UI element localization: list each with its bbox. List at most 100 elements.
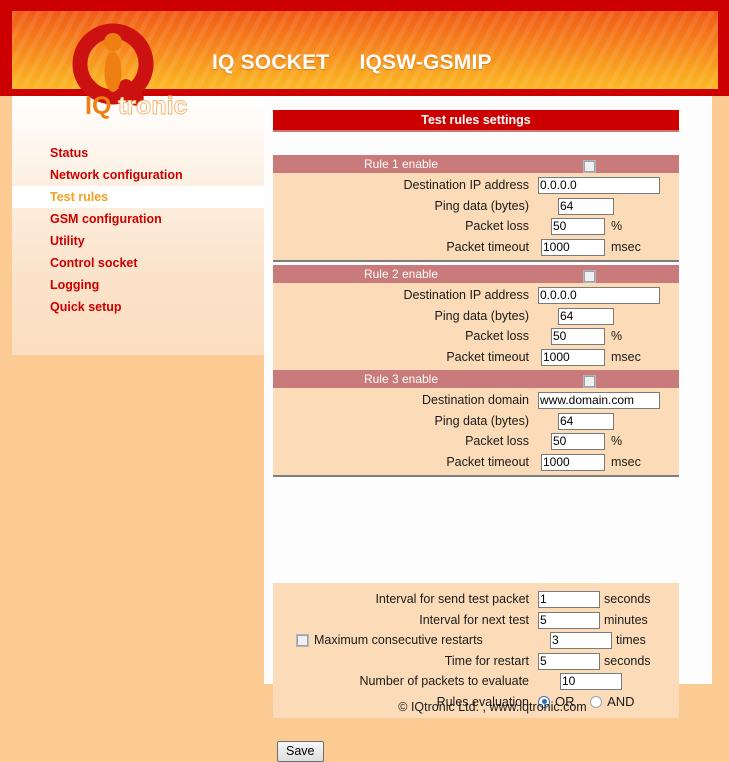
rule-3-loss-row: Packet loss %	[273, 431, 679, 452]
rule-1-ping-label: Ping data (bytes)	[434, 198, 530, 213]
rule-3-header: Rule 3 enable	[273, 370, 679, 391]
rule-3-ping-label: Ping data (bytes)	[434, 413, 530, 428]
sidebar-item-label: Logging	[50, 278, 100, 292]
rule-3-ping-input[interactable]	[558, 412, 614, 430]
rule-2-timeout-unit: msec	[611, 349, 641, 364]
rule-2-loss-label: Packet loss	[465, 329, 529, 343]
rule-1-timeout-label: Packet timeout	[446, 239, 529, 254]
rule-2-loss-row: Packet loss %	[273, 326, 679, 347]
sidebar-item-quick-setup[interactable]: Quick setup	[12, 296, 264, 318]
page-root: IQ SOCKET IQSW-GSMIP IQ tronic Status Ne…	[0, 0, 729, 762]
rule-1-enable-checkbox[interactable]	[583, 158, 596, 176]
max-restarts-checkbox[interactable]	[296, 630, 309, 651]
sidebar-item-utility[interactable]: Utility	[12, 230, 264, 252]
rule-3-loss-label: Packet loss	[465, 434, 529, 448]
rule-3-enable-checkbox[interactable]	[583, 373, 596, 391]
interval-send-input[interactable]	[538, 591, 600, 608]
sidebar-item-logging[interactable]: Logging	[12, 274, 264, 296]
interval-next-input[interactable]	[538, 611, 600, 629]
interval-send-label: Interval for send test packet	[375, 592, 529, 606]
rule-3-dest-input[interactable]	[538, 392, 660, 409]
sidebar-item-label: Test rules	[50, 190, 109, 204]
interval-next-row: Interval for next test minutes	[273, 610, 679, 631]
rule-2-ping-row: Ping data (bytes)	[273, 306, 679, 327]
panel-title: Test rules settings	[273, 110, 679, 132]
time-restart-label: Time for restart	[444, 653, 529, 668]
rule-2-timeout-label: Packet timeout	[446, 349, 529, 364]
rule-3-timeout-input[interactable]	[541, 453, 605, 471]
max-restarts-unit: times	[616, 633, 646, 647]
interval-next-label: Interval for next test	[419, 612, 529, 627]
svg-text:IQ: IQ	[85, 92, 111, 120]
rule-1-ping-input[interactable]	[558, 197, 614, 215]
interval-next-unit: minutes	[604, 612, 648, 627]
rule-separator-2	[273, 475, 679, 480]
sidebar-item-control-socket[interactable]: Control socket	[12, 252, 264, 274]
rule-3-header-label: Rule 3 enable	[363, 372, 439, 386]
logo-wordmark: IQ tronic	[85, 92, 188, 121]
rule-2-header-label: Rule 2 enable	[363, 267, 439, 281]
rule-1-body: Destination IP address Ping data (bytes)…	[273, 173, 679, 260]
footer: © IQtronic Ltd. , www.iqtronic.com	[0, 700, 729, 714]
interval-send-row: Interval for send test packet seconds	[273, 589, 679, 610]
rule-3-timeout-row: Packet timeout msec	[273, 452, 679, 473]
sidebar-item-label: GSM configuration	[50, 212, 162, 226]
rule-1-dest-row: Destination IP address	[273, 175, 679, 196]
sidebar-item-label: Control socket	[50, 256, 138, 270]
max-restarts-label: Maximum consecutive restarts	[314, 633, 483, 647]
sidebar-item-gsm-configuration[interactable]: GSM configuration	[12, 208, 264, 230]
rule-1-header: Rule 1 enable	[273, 155, 679, 176]
sidebar-item-status[interactable]: Status	[12, 142, 264, 164]
save-button[interactable]: Save	[277, 741, 324, 762]
rule-2-timeout-input[interactable]	[541, 348, 605, 366]
svg-text:tronic: tronic	[118, 92, 188, 120]
rule-1-dest-label: Destination IP address	[403, 178, 529, 192]
rule-1-timeout-unit: msec	[611, 239, 641, 254]
packets-evaluate-row: Number of packets to evaluate	[273, 671, 679, 692]
rule-2-dest-input[interactable]	[538, 287, 660, 304]
rule-3-loss-input[interactable]	[551, 433, 605, 450]
iqtronic-logo: IQ tronic	[60, 22, 190, 122]
rule-2-header: Rule 2 enable	[273, 265, 679, 286]
rule-1-timeout-input[interactable]	[541, 238, 605, 256]
rule-1-loss-input[interactable]	[551, 218, 605, 235]
packets-evaluate-label: Number of packets to evaluate	[359, 674, 529, 688]
time-restart-input[interactable]	[538, 652, 600, 670]
time-restart-unit: seconds	[604, 653, 651, 668]
max-restarts-input[interactable]	[550, 632, 612, 649]
rule-3-dest-row: Destination domain	[273, 390, 679, 411]
rule-3-ping-row: Ping data (bytes)	[273, 411, 679, 432]
sidebar-item-network-configuration[interactable]: Network configuration	[12, 164, 264, 186]
rule-1-ping-row: Ping data (bytes)	[273, 196, 679, 217]
rule-2-enable-checkbox[interactable]	[583, 268, 596, 286]
sidebar-item-test-rules[interactable]: Test rules	[12, 186, 264, 208]
rule-2-dest-row: Destination IP address	[273, 285, 679, 306]
rule-2-timeout-row: Packet timeout msec	[273, 347, 679, 368]
page-title: IQ SOCKET IQSW-GSMIP	[212, 51, 492, 74]
rule-3-body: Destination domain Ping data (bytes) Pac…	[273, 388, 679, 475]
sidebar-item-label: Status	[50, 146, 89, 160]
rule-1-loss-row: Packet loss %	[273, 216, 679, 237]
rule-2-ping-label: Ping data (bytes)	[434, 308, 530, 323]
sidebar-item-label: Network configuration	[50, 168, 183, 182]
rule-2-body: Destination IP address Ping data (bytes)…	[273, 283, 679, 370]
rule-2-loss-unit: %	[611, 329, 623, 343]
content-panel: Test rules settings Rule 1 enable Destin…	[264, 96, 712, 762]
sidebar: Status Network configuration Test rules …	[12, 96, 264, 355]
rules-container: Rule 1 enable Destination IP address Pin…	[273, 155, 679, 480]
rule-1-loss-label: Packet loss	[465, 219, 529, 233]
footer-copyright: © IQtronic Ltd. , www.iqtronic.com	[398, 700, 587, 714]
rule-3-timeout-unit: msec	[611, 454, 641, 469]
max-restarts-row: Maximum consecutive restarts times	[273, 630, 679, 651]
rule-1-loss-unit: %	[611, 219, 623, 233]
rule-1-header-label: Rule 1 enable	[363, 157, 439, 171]
time-restart-row: Time for restart seconds	[273, 651, 679, 672]
rule-2-loss-input[interactable]	[551, 328, 605, 345]
rule-2-ping-input[interactable]	[558, 307, 614, 325]
rule-1-timeout-row: Packet timeout msec	[273, 237, 679, 258]
packets-evaluate-input[interactable]	[560, 673, 622, 690]
rule-3-loss-unit: %	[611, 434, 623, 448]
rule-1-dest-input[interactable]	[538, 177, 660, 194]
rule-2-dest-label: Destination IP address	[403, 288, 529, 302]
sidebar-nav: Status Network configuration Test rules …	[12, 142, 264, 318]
